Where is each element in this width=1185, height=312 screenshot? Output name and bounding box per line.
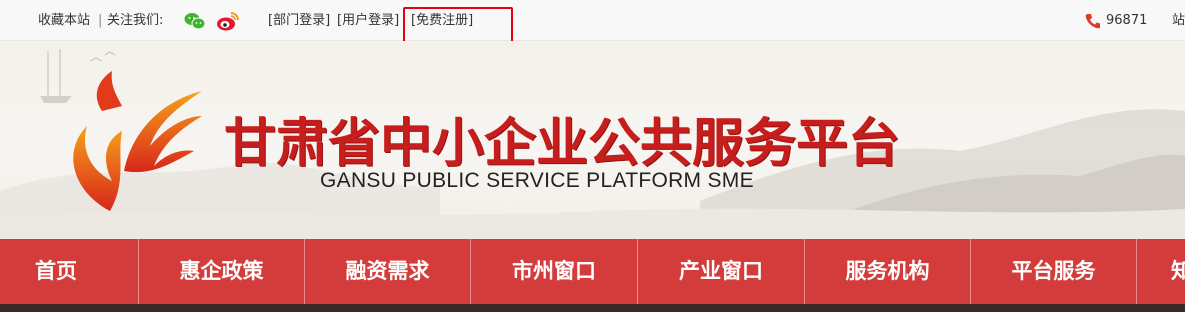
platform-logo: [73, 71, 202, 211]
phone-icon: [1085, 14, 1100, 29]
site-link-partial[interactable]: 站: [1172, 12, 1185, 30]
nav-item-city-window[interactable]: 市州窗口: [471, 239, 637, 304]
dept-login-link[interactable]: [部门登录]: [268, 12, 330, 30]
nav-item-platform-service[interactable]: 平台服务: [971, 239, 1136, 304]
bookmark-link[interactable]: 收藏本站: [38, 12, 90, 30]
follow-label: 关注我们:: [107, 13, 164, 28]
main-nav: 首页 惠企政策 融资需求 市州窗口 产业窗口 服务机构 平台服务 知: [0, 239, 1185, 307]
user-login-link[interactable]: [用户登录]: [337, 12, 399, 30]
nav-item-home[interactable]: 首页: [0, 239, 112, 304]
page-bottom-strip: [0, 304, 1185, 312]
weibo-icon[interactable]: [216, 10, 240, 32]
nav-item-partial[interactable]: 知: [1137, 239, 1185, 304]
highlight-box: [403, 7, 513, 43]
top-bar: 收藏本站 | 关注我们: [部门登录] [用户登录] [免费注册] 96871 …: [0, 0, 1185, 43]
platform-title-cn: 甘肃省中小企业公共服务平台: [224, 113, 901, 174]
header-banner: 甘肃省中小企业公共服务平台 GANSU PUBLIC SERVICE PLATF…: [0, 41, 1185, 239]
wechat-icon[interactable]: [184, 12, 206, 30]
platform-title-en: GANSU PUBLIC SERVICE PLATFORM SME: [320, 169, 754, 192]
nav-item-service-org[interactable]: 服务机构: [805, 239, 970, 304]
nav-item-policy[interactable]: 惠企政策: [139, 239, 304, 304]
divider: |: [98, 13, 103, 28]
nav-item-financing[interactable]: 融资需求: [305, 239, 470, 304]
hotline-number: 96871: [1106, 13, 1148, 28]
nav-item-industry-window[interactable]: 产业窗口: [638, 239, 804, 304]
